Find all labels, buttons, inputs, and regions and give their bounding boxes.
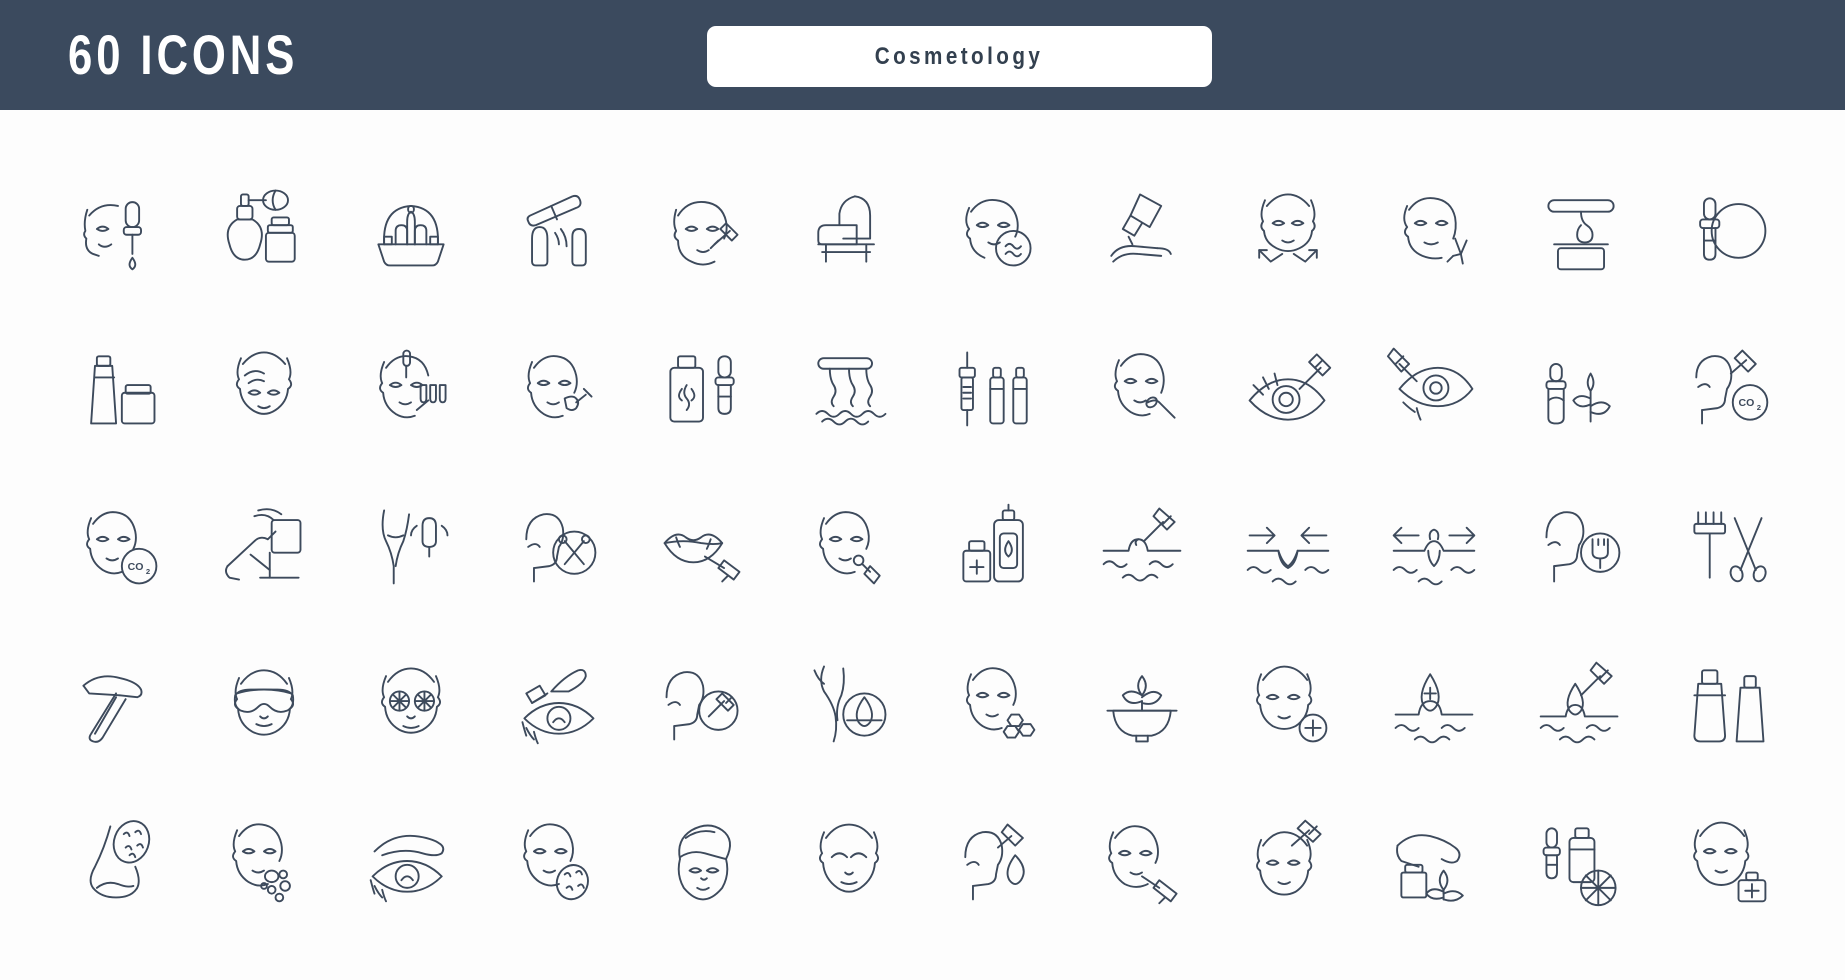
- head-electrode-therapy-icon[interactable]: [1508, 466, 1654, 624]
- face-injection-cheek-icon[interactable]: [630, 150, 776, 308]
- dropper-round-mirror-icon[interactable]: [1654, 150, 1800, 308]
- face-acne-analysis-icon[interactable]: [923, 150, 1069, 308]
- straight-razor-icon[interactable]: [45, 624, 191, 782]
- face-mask-relax-icon[interactable]: [191, 308, 337, 466]
- skin-hydration-drop-icon[interactable]: [1361, 624, 1507, 782]
- armpit-laser-epilation-icon[interactable]: [338, 466, 484, 624]
- cosmetics-basket-icon[interactable]: [338, 150, 484, 308]
- hair-cut-scissors-icon[interactable]: [484, 466, 630, 624]
- face-sparkle-glow-icon[interactable]: [1361, 150, 1507, 308]
- hair-removal-laser-icon[interactable]: [776, 308, 922, 466]
- face-hair-towel-icon[interactable]: [630, 782, 776, 940]
- lip-filler-injection-icon[interactable]: [630, 466, 776, 624]
- serum-bottle-pipette-icon[interactable]: [630, 308, 776, 466]
- face-dropper-serum-icon[interactable]: [45, 150, 191, 308]
- natural-serum-leaf-icon[interactable]: [1508, 308, 1654, 466]
- eyelid-injection-icon[interactable]: [1361, 308, 1507, 466]
- shaker-cream-tube-icon[interactable]: [1654, 624, 1800, 782]
- face-molecule-therapy-icon[interactable]: [923, 624, 1069, 782]
- face-protective-goggles-icon[interactable]: [191, 624, 337, 782]
- hand-laser-treatment-icon[interactable]: [1069, 150, 1215, 308]
- syringe-ampoules-icon[interactable]: [923, 308, 1069, 466]
- pore-extraction-arrows-icon[interactable]: [1361, 466, 1507, 624]
- cosmetology-bed-lamp-icon[interactable]: [191, 466, 337, 624]
- pore-cleansing-arrows-icon[interactable]: [1215, 466, 1361, 624]
- cream-tube-jar-icon[interactable]: [45, 308, 191, 466]
- category-badge-label: Cosmetology: [875, 42, 1044, 70]
- icon-grid: CO 2 CO 2: [0, 110, 1845, 980]
- eye-injection-icon[interactable]: [1215, 308, 1361, 466]
- lotion-dispenser-kit-icon[interactable]: [923, 466, 1069, 624]
- eyelash-extension-icon[interactable]: [484, 624, 630, 782]
- page-title: 60 ICONS: [68, 23, 299, 86]
- svg-text:CO: CO: [128, 561, 144, 573]
- wax-heater-jar-icon[interactable]: [1508, 150, 1654, 308]
- face-plus-treatment-icon[interactable]: [1215, 624, 1361, 782]
- brush-tweezers-tools-icon[interactable]: [1654, 466, 1800, 624]
- face-brush-application-icon[interactable]: [484, 308, 630, 466]
- svg-text:2: 2: [1757, 403, 1761, 412]
- lip-injection-face-icon[interactable]: [1069, 782, 1215, 940]
- mortar-leaf-natural-icon[interactable]: [1069, 624, 1215, 782]
- skin-mesotherapy-drop-icon[interactable]: [1508, 624, 1654, 782]
- face-applicator-icon[interactable]: [776, 466, 922, 624]
- face-microneedling-icon[interactable]: [338, 308, 484, 466]
- face-acne-spots-icon[interactable]: [191, 782, 337, 940]
- head-hair-serum-drop-icon[interactable]: [923, 782, 1069, 940]
- face-cucumber-eyes-icon[interactable]: [338, 624, 484, 782]
- pore-injection-skin-icon[interactable]: [1069, 466, 1215, 624]
- face-relaxed-eyes-closed-icon[interactable]: [776, 782, 922, 940]
- svg-text:2: 2: [146, 567, 150, 576]
- leg-hair-removal-icon[interactable]: [776, 624, 922, 782]
- head-injection-profile-icon[interactable]: [630, 624, 776, 782]
- dropper-bottle-citrus-icon[interactable]: [1508, 782, 1654, 940]
- category-badge: Cosmetology: [707, 26, 1212, 87]
- nose-pores-magnify-icon[interactable]: [45, 782, 191, 940]
- face-pore-magnify-icon[interactable]: [484, 782, 630, 940]
- header-bar: 60 ICONS Cosmetology: [0, 0, 1845, 110]
- face-co2-therapy-icon[interactable]: CO 2: [1654, 308, 1800, 466]
- face-medical-kit-icon[interactable]: [1654, 782, 1800, 940]
- face-cotton-swab-icon[interactable]: [1069, 308, 1215, 466]
- eyebrow-shaping-icon[interactable]: [338, 782, 484, 940]
- perfume-atomizer-bottle-icon[interactable]: [191, 150, 337, 308]
- cosmetology-chair-icon[interactable]: [776, 150, 922, 308]
- nail-polish-file-icon[interactable]: [484, 150, 630, 308]
- face-co2-injection-icon[interactable]: CO 2: [45, 466, 191, 624]
- face-lifting-arrows-icon[interactable]: [1215, 150, 1361, 308]
- hand-cream-leaf-icon[interactable]: [1361, 782, 1507, 940]
- icon-set-page: 60 ICONS Cosmetology CO 2 CO 2: [0, 0, 1845, 980]
- forehead-injection-icon[interactable]: [1215, 782, 1361, 940]
- svg-text:CO: CO: [1738, 397, 1754, 409]
